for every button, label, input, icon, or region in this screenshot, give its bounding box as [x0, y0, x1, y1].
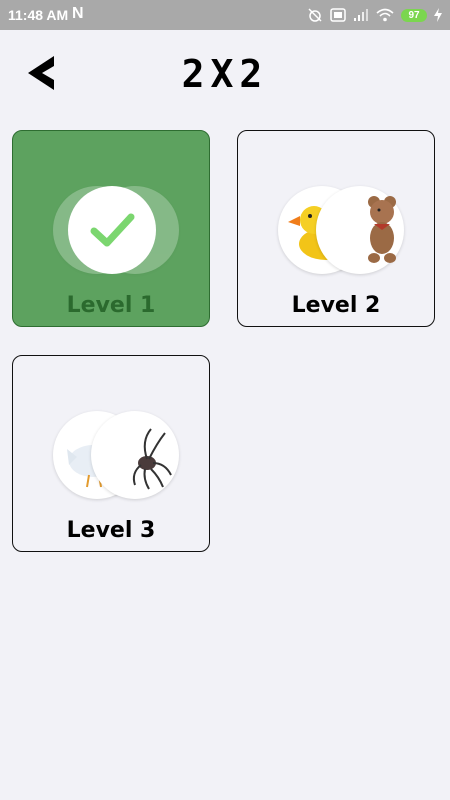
level-card-1[interactable]: Level 1: [12, 130, 210, 327]
checkmark-icon: [90, 213, 135, 247]
level-2-label: Level 2: [291, 293, 381, 318]
level-card-3[interactable]: Level 3: [12, 355, 210, 552]
vpn-icon: [330, 8, 346, 22]
level-2-preview: [278, 186, 404, 274]
level-3-preview: [53, 411, 179, 499]
status-bar: 11:48 AM N 97: [0, 0, 450, 30]
signal-icon: [354, 9, 368, 21]
level-1-label: Level 1: [66, 293, 156, 318]
notification-n-icon: N: [72, 5, 84, 22]
checkmark-badge: [68, 186, 156, 274]
battery-icon: 97: [401, 8, 427, 22]
alarm-off-icon: [308, 8, 322, 22]
charging-icon: [434, 8, 442, 22]
level-3-label: Level 3: [66, 518, 156, 543]
status-time: 11:48 AM: [8, 7, 69, 23]
level-card-2[interactable]: Level 2: [237, 130, 435, 327]
spider-icon: [132, 428, 172, 490]
wifi-icon: [376, 8, 394, 22]
status-icons: 97: [307, 6, 442, 24]
teddy-bear-icon: [368, 196, 396, 263]
page-title: 2X2: [181, 52, 269, 96]
